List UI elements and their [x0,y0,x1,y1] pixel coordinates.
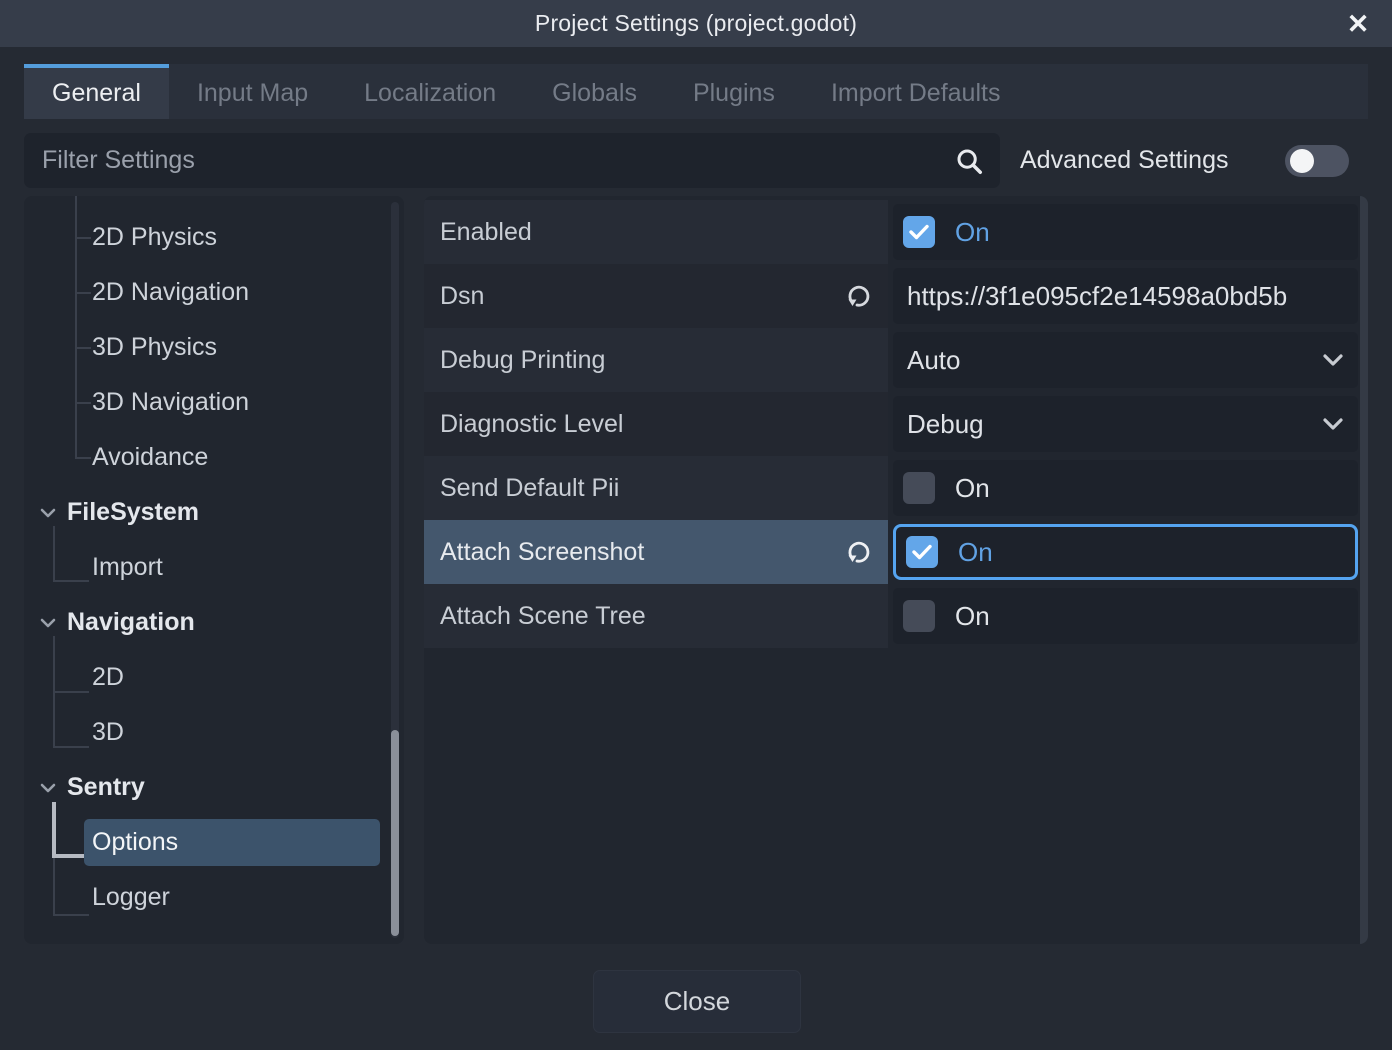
tree-item-import[interactable]: Import [24,540,404,595]
window-title: Project Settings (project.godot) [535,10,857,37]
tree-section-navigation[interactable]: Navigation [24,595,404,650]
setting-row-send-default-pii: Send Default Pii On [424,456,1368,520]
setting-row-diagnostic-level: Diagnostic Level Debug [424,392,1368,456]
setting-label-cell: Send Default Pii [424,456,888,520]
tree-item-2d[interactable]: 2D [24,650,404,705]
attach-screenshot-checkbox[interactable] [906,536,938,568]
setting-value-cell: On [893,520,1358,584]
setting-label: Diagnostic Level [440,410,623,439]
setting-value-cell: https://3f1e095cf2e14598a0bd5b [893,264,1358,328]
settings-rows: Enabled On Dsn [424,200,1368,648]
setting-value-cell: Auto [893,328,1358,392]
checkbox-state-label: On [955,473,990,504]
dsn-text-field[interactable]: https://3f1e095cf2e14598a0bd5b [893,268,1358,324]
debug-printing-dropdown[interactable]: Auto [893,332,1358,388]
checkbox-state-label: On [958,537,993,568]
attach-scene-tree-value: On [893,588,1358,644]
revert-icon[interactable] [844,538,872,566]
setting-row-attach-screenshot: Attach Screenshot On [424,520,1368,584]
setting-row-attach-scene-tree: Attach Scene Tree On [424,584,1368,648]
tree-item-2d-physics[interactable]: 2D Physics [24,210,404,265]
setting-label-cell: Dsn [424,264,888,328]
dropdown-value: Auto [893,345,961,376]
enabled-value: On [893,204,1358,260]
tree-item-3d[interactable]: 3D [24,705,404,760]
setting-label: Enabled [440,218,532,247]
check-icon [912,544,932,560]
tree-item-options[interactable]: Options [24,815,404,870]
tree-scrollbar-thumb[interactable] [391,730,399,936]
attach-scene-tree-checkbox[interactable] [903,600,935,632]
search-icon [954,146,984,176]
setting-label-cell: Attach Screenshot [424,520,888,584]
title-bar: Project Settings (project.godot) ✕ [0,0,1392,47]
setting-row-debug-printing: Debug Printing Auto [424,328,1368,392]
tree-item-3d-navigation[interactable]: 3D Navigation [24,375,404,430]
setting-value-cell: On [893,200,1358,264]
advanced-settings-toggle[interactable] [1285,145,1349,177]
send-default-pii-checkbox[interactable] [903,472,935,504]
tree-section-filesystem[interactable]: FileSystem [24,485,404,540]
diagnostic-level-dropdown[interactable]: Debug [893,396,1358,452]
toggle-knob [1290,149,1314,173]
chevron-down-icon [39,617,57,629]
tab-general[interactable]: General [24,64,169,119]
tree-item-avoidance[interactable]: Avoidance [24,430,404,485]
chevron-down-icon [1322,353,1344,367]
setting-label-cell: Enabled [424,200,888,264]
setting-label: Attach Scene Tree [440,602,646,631]
tab-localization[interactable]: Localization [336,64,524,119]
setting-label: Debug Printing [440,346,605,375]
setting-row-enabled: Enabled On [424,200,1368,264]
setting-label: Attach Screenshot [440,538,644,567]
setting-label: Send Default Pii [440,474,619,503]
chevron-down-icon [1322,417,1344,431]
tree-list: 2D Physics 2D Navigation 3D Physics 3D N… [24,210,404,925]
tab-plugins[interactable]: Plugins [665,64,803,119]
attach-screenshot-value: On [893,524,1358,580]
settings-category-tree: 2D Physics 2D Navigation 3D Physics 3D N… [24,196,404,944]
checkbox-state-label: On [955,601,990,632]
revert-icon[interactable] [844,282,872,310]
check-icon [909,224,929,240]
setting-label-cell: Debug Printing [424,328,888,392]
dropdown-value: Debug [893,409,984,440]
settings-inspector: Enabled On Dsn [424,196,1368,944]
dsn-value: https://3f1e095cf2e14598a0bd5b [893,281,1287,312]
tab-input-map[interactable]: Input Map [169,64,336,119]
close-button[interactable]: Close [593,970,801,1033]
enabled-checkbox[interactable] [903,216,935,248]
setting-row-dsn: Dsn https://3f1e095cf2e14598a0bd5b [424,264,1368,328]
tab-globals[interactable]: Globals [524,64,665,119]
chevron-down-icon [39,782,57,794]
setting-value-cell: Debug [893,392,1358,456]
filter-settings-input[interactable] [24,133,954,188]
tab-import-defaults[interactable]: Import Defaults [803,64,1029,119]
setting-label-cell: Diagnostic Level [424,392,888,456]
send-default-pii-value: On [893,460,1358,516]
tree-item-3d-physics[interactable]: 3D Physics [24,320,404,375]
settings-scrollbar[interactable] [1360,196,1368,944]
filter-settings-field [24,133,1000,188]
tab-bar: General Input Map Localization Globals P… [24,64,1368,119]
setting-value-cell: On [893,584,1358,648]
checkbox-state-label: On [955,217,990,248]
setting-value-cell: On [893,456,1358,520]
chevron-down-icon [39,507,57,519]
setting-label: Dsn [440,282,484,311]
tree-item-2d-navigation[interactable]: 2D Navigation [24,265,404,320]
close-icon[interactable]: ✕ [1338,4,1378,44]
setting-label-cell: Attach Scene Tree [424,584,888,648]
advanced-settings-label: Advanced Settings [1020,133,1228,188]
tree-section-sentry[interactable]: Sentry [24,760,404,815]
tree-item-logger[interactable]: Logger [24,870,404,925]
